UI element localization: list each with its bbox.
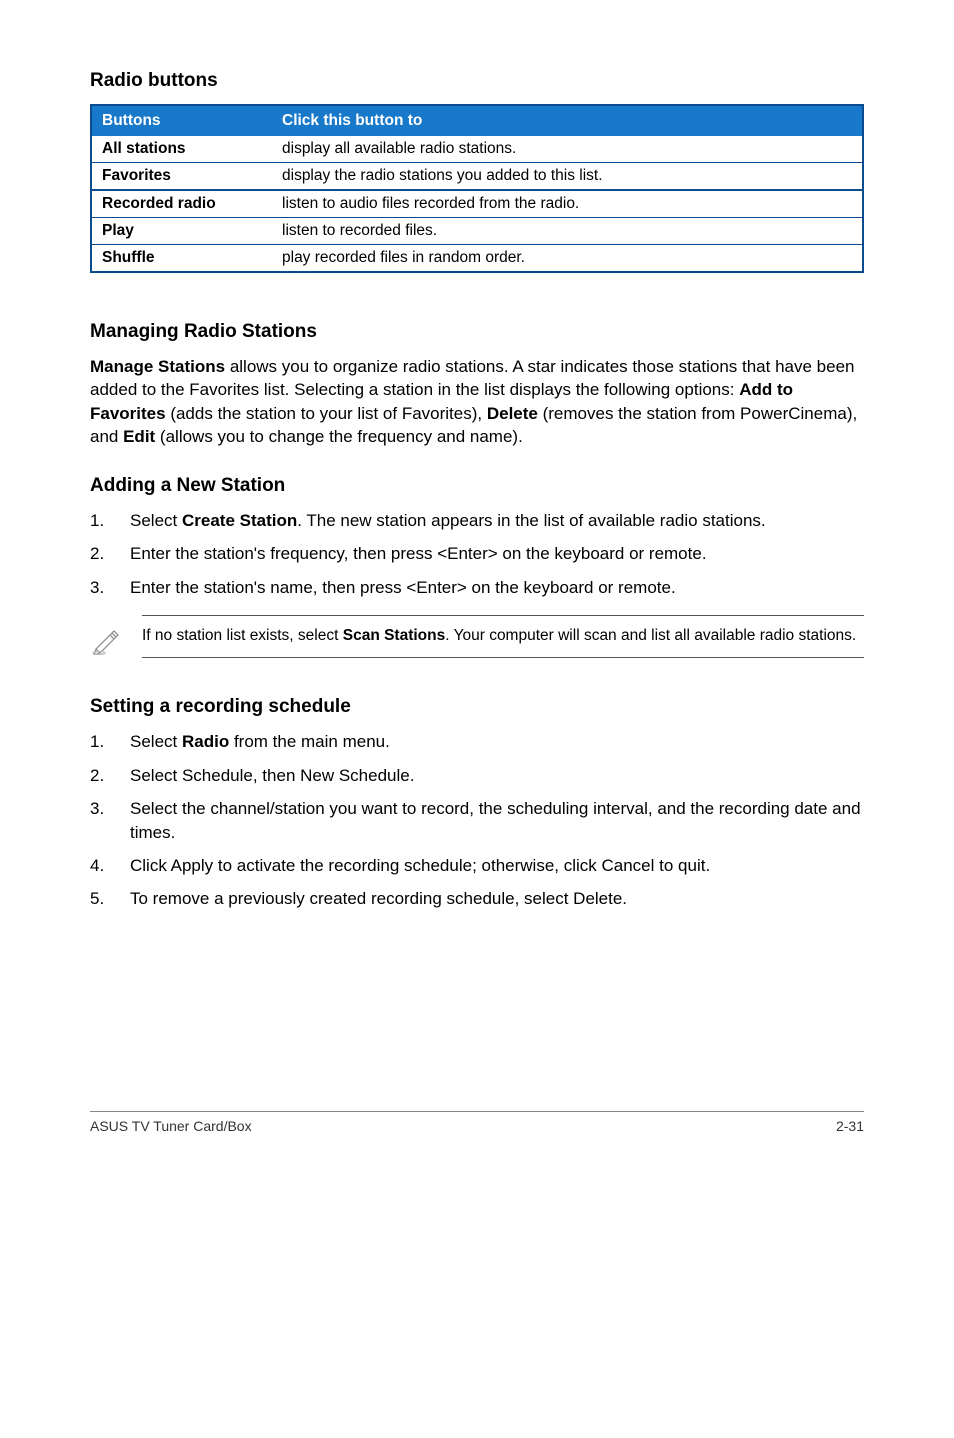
page-footer: ASUS TV Tuner Card/Box 2-31 <box>90 1111 864 1134</box>
managing-paragraph: Manage Stations allows you to organize r… <box>90 355 864 449</box>
table-row: Favorites display the radio stations you… <box>91 163 863 191</box>
schedule-steps-list: 1. Select Radio from the main menu. 2. S… <box>90 730 864 911</box>
step-number: 1. <box>90 509 130 532</box>
text-bold: Edit <box>123 427 155 446</box>
list-item: 2. Select Schedule, then New Schedule. <box>90 764 864 787</box>
cell-label: Shuffle <box>91 245 272 273</box>
note-text: If no station list exists, select Scan S… <box>142 615 864 658</box>
th-click: Click this button to <box>272 105 863 136</box>
step-number: 3. <box>90 576 130 599</box>
list-item: 4. Click Apply to activate the recording… <box>90 854 864 877</box>
th-buttons: Buttons <box>91 105 272 136</box>
cell-label: All stations <box>91 136 272 163</box>
cell-label: Play <box>91 218 272 245</box>
list-item: 1. Select Radio from the main menu. <box>90 730 864 753</box>
cell-desc: listen to audio files recorded from the … <box>272 190 863 218</box>
step-number: 3. <box>90 797 130 844</box>
footer-right: 2-31 <box>836 1118 864 1134</box>
cell-desc: play recorded files in random order. <box>272 245 863 273</box>
step-text: Select Radio from the main menu. <box>130 730 864 753</box>
text: (allows you to change the frequency and … <box>155 427 523 446</box>
step-text: Select the channel/station you want to r… <box>130 797 864 844</box>
step-text: Enter the station's frequency, then pres… <box>130 542 864 565</box>
footer-left: ASUS TV Tuner Card/Box <box>90 1118 252 1134</box>
cell-desc: display all available radio stations. <box>272 136 863 163</box>
step-number: 2. <box>90 764 130 787</box>
table-row: All stations display all available radio… <box>91 136 863 163</box>
cell-label: Recorded radio <box>91 190 272 218</box>
table-row: Shuffle play recorded files in random or… <box>91 245 863 273</box>
list-item: 1. Select Create Station. The new statio… <box>90 509 864 532</box>
text-bold: Manage Stations <box>90 357 225 376</box>
heading-adding: Adding a New Station <box>90 475 864 497</box>
step-text: To remove a previously created recording… <box>130 887 864 910</box>
note-block: If no station list exists, select Scan S… <box>90 615 864 660</box>
heading-schedule: Setting a recording schedule <box>90 696 864 718</box>
step-number: 4. <box>90 854 130 877</box>
step-text: Select Create Station. The new station a… <box>130 509 864 532</box>
radio-buttons-table: Buttons Click this button to All station… <box>90 104 864 273</box>
step-number: 1. <box>90 730 130 753</box>
pencil-icon <box>90 621 124 655</box>
step-number: 5. <box>90 887 130 910</box>
heading-managing: Managing Radio Stations <box>90 321 864 343</box>
cell-label: Favorites <box>91 163 272 191</box>
table-row: Play listen to recorded files. <box>91 218 863 245</box>
adding-steps-list: 1. Select Create Station. The new statio… <box>90 509 864 599</box>
list-item: 5. To remove a previously created record… <box>90 887 864 910</box>
step-text: Click Apply to activate the recording sc… <box>130 854 864 877</box>
cell-desc: listen to recorded files. <box>272 218 863 245</box>
text-bold: Delete <box>487 404 538 423</box>
list-item: 2. Enter the station's frequency, then p… <box>90 542 864 565</box>
step-text: Enter the station's name, then press <En… <box>130 576 864 599</box>
table-row: Recorded radio listen to audio files rec… <box>91 190 863 218</box>
step-number: 2. <box>90 542 130 565</box>
text: (adds the station to your list of Favori… <box>166 404 487 423</box>
heading-radio-buttons: Radio buttons <box>90 70 864 92</box>
list-item: 3. Enter the station's name, then press … <box>90 576 864 599</box>
step-text: Select Schedule, then New Schedule. <box>130 764 864 787</box>
cell-desc: display the radio stations you added to … <box>272 163 863 191</box>
list-item: 3. Select the channel/station you want t… <box>90 797 864 844</box>
